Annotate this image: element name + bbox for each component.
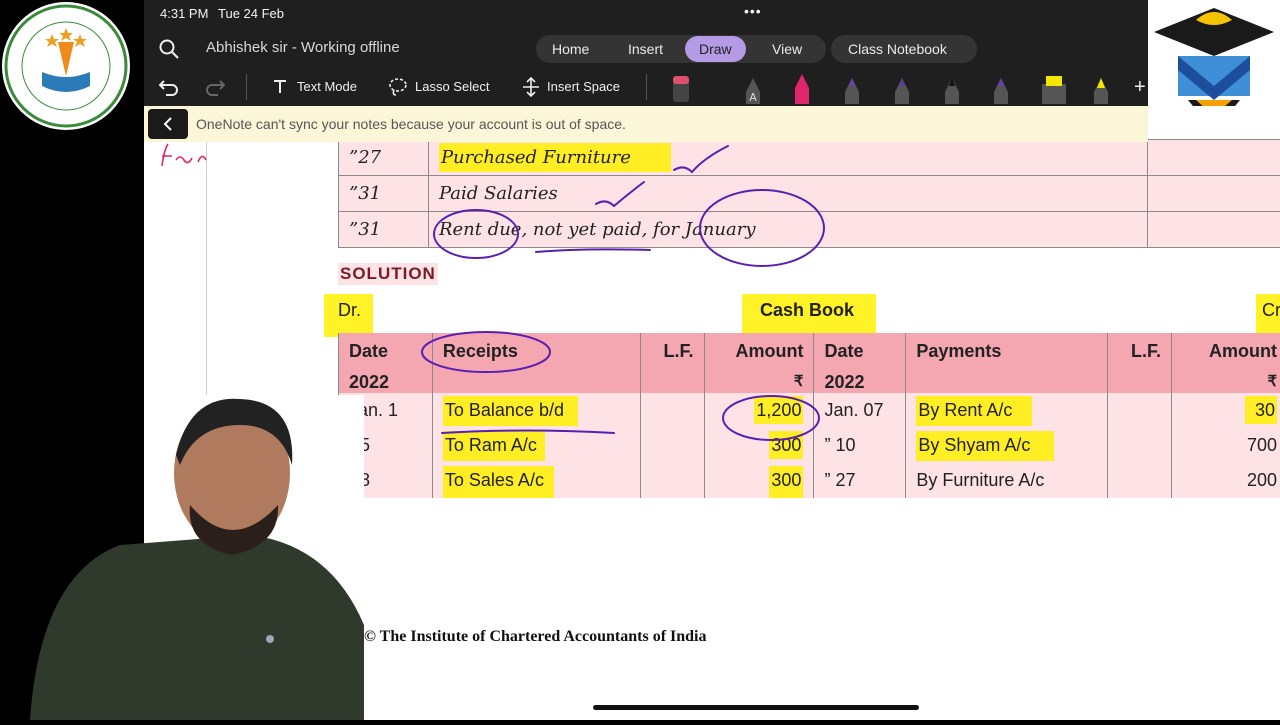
redo-icon[interactable]	[204, 76, 226, 103]
search-icon[interactable]	[158, 38, 180, 65]
multitask-dots[interactable]: •••	[744, 3, 762, 19]
tab-view[interactable]: View	[758, 36, 816, 62]
tab-class-notebook[interactable]: Class Notebook	[834, 36, 961, 62]
highlighter-tool-yellow[interactable]	[1040, 74, 1068, 104]
lasso-icon[interactable]	[388, 77, 408, 102]
insert-space-button[interactable]: Insert Space	[547, 76, 620, 98]
eraser-tool[interactable]	[672, 74, 690, 104]
tab-insert[interactable]: Insert	[614, 36, 677, 62]
onenote-toolbar: 4:31 PM Tue 24 Feb ••• Abhishek sir - Wo…	[144, 0, 1148, 106]
lasso-select-button[interactable]: Lasso Select	[415, 76, 489, 98]
sync-warning-message: OneNote can't sync your notes because yo…	[196, 116, 626, 132]
pen-tool-dark[interactable]: A	[744, 74, 762, 104]
tab-draw[interactable]: Draw	[685, 36, 746, 62]
home-indicator[interactable]	[593, 705, 919, 710]
footer-credit: © The Institute of Chartered Accountants…	[364, 628, 707, 646]
presenter-webcam	[0, 395, 364, 720]
tab-home[interactable]: Home	[538, 36, 603, 62]
pen-tool-lilac[interactable]	[992, 74, 1010, 104]
sync-warning-bar: OneNote can't sync your notes because yo…	[144, 106, 1148, 142]
text-mode-icon[interactable]	[272, 79, 288, 100]
pen-tool-pink[interactable]	[793, 74, 811, 104]
text-mode-button[interactable]: Text Mode	[297, 76, 357, 98]
undo-icon[interactable]	[158, 76, 180, 103]
academy-logo	[2, 2, 130, 130]
status-date: Tue 24 Feb	[218, 6, 284, 21]
svg-text:A: A	[749, 91, 757, 104]
toolbar-divider	[246, 74, 247, 100]
status-time: 4:31 PM	[160, 6, 208, 21]
pen-tool-violet[interactable]	[893, 74, 911, 104]
insert-space-icon[interactable]	[522, 77, 540, 102]
page-title: Abhishek sir - Working offline	[206, 39, 400, 56]
back-button[interactable]	[148, 109, 188, 139]
pen-tool-purple[interactable]	[843, 74, 861, 104]
pen-tool-black[interactable]	[943, 74, 961, 104]
highlighter-tool-yellow-2[interactable]	[1092, 74, 1110, 104]
toolbar-divider	[646, 74, 647, 100]
add-pen-icon[interactable]: +	[1134, 76, 1146, 98]
